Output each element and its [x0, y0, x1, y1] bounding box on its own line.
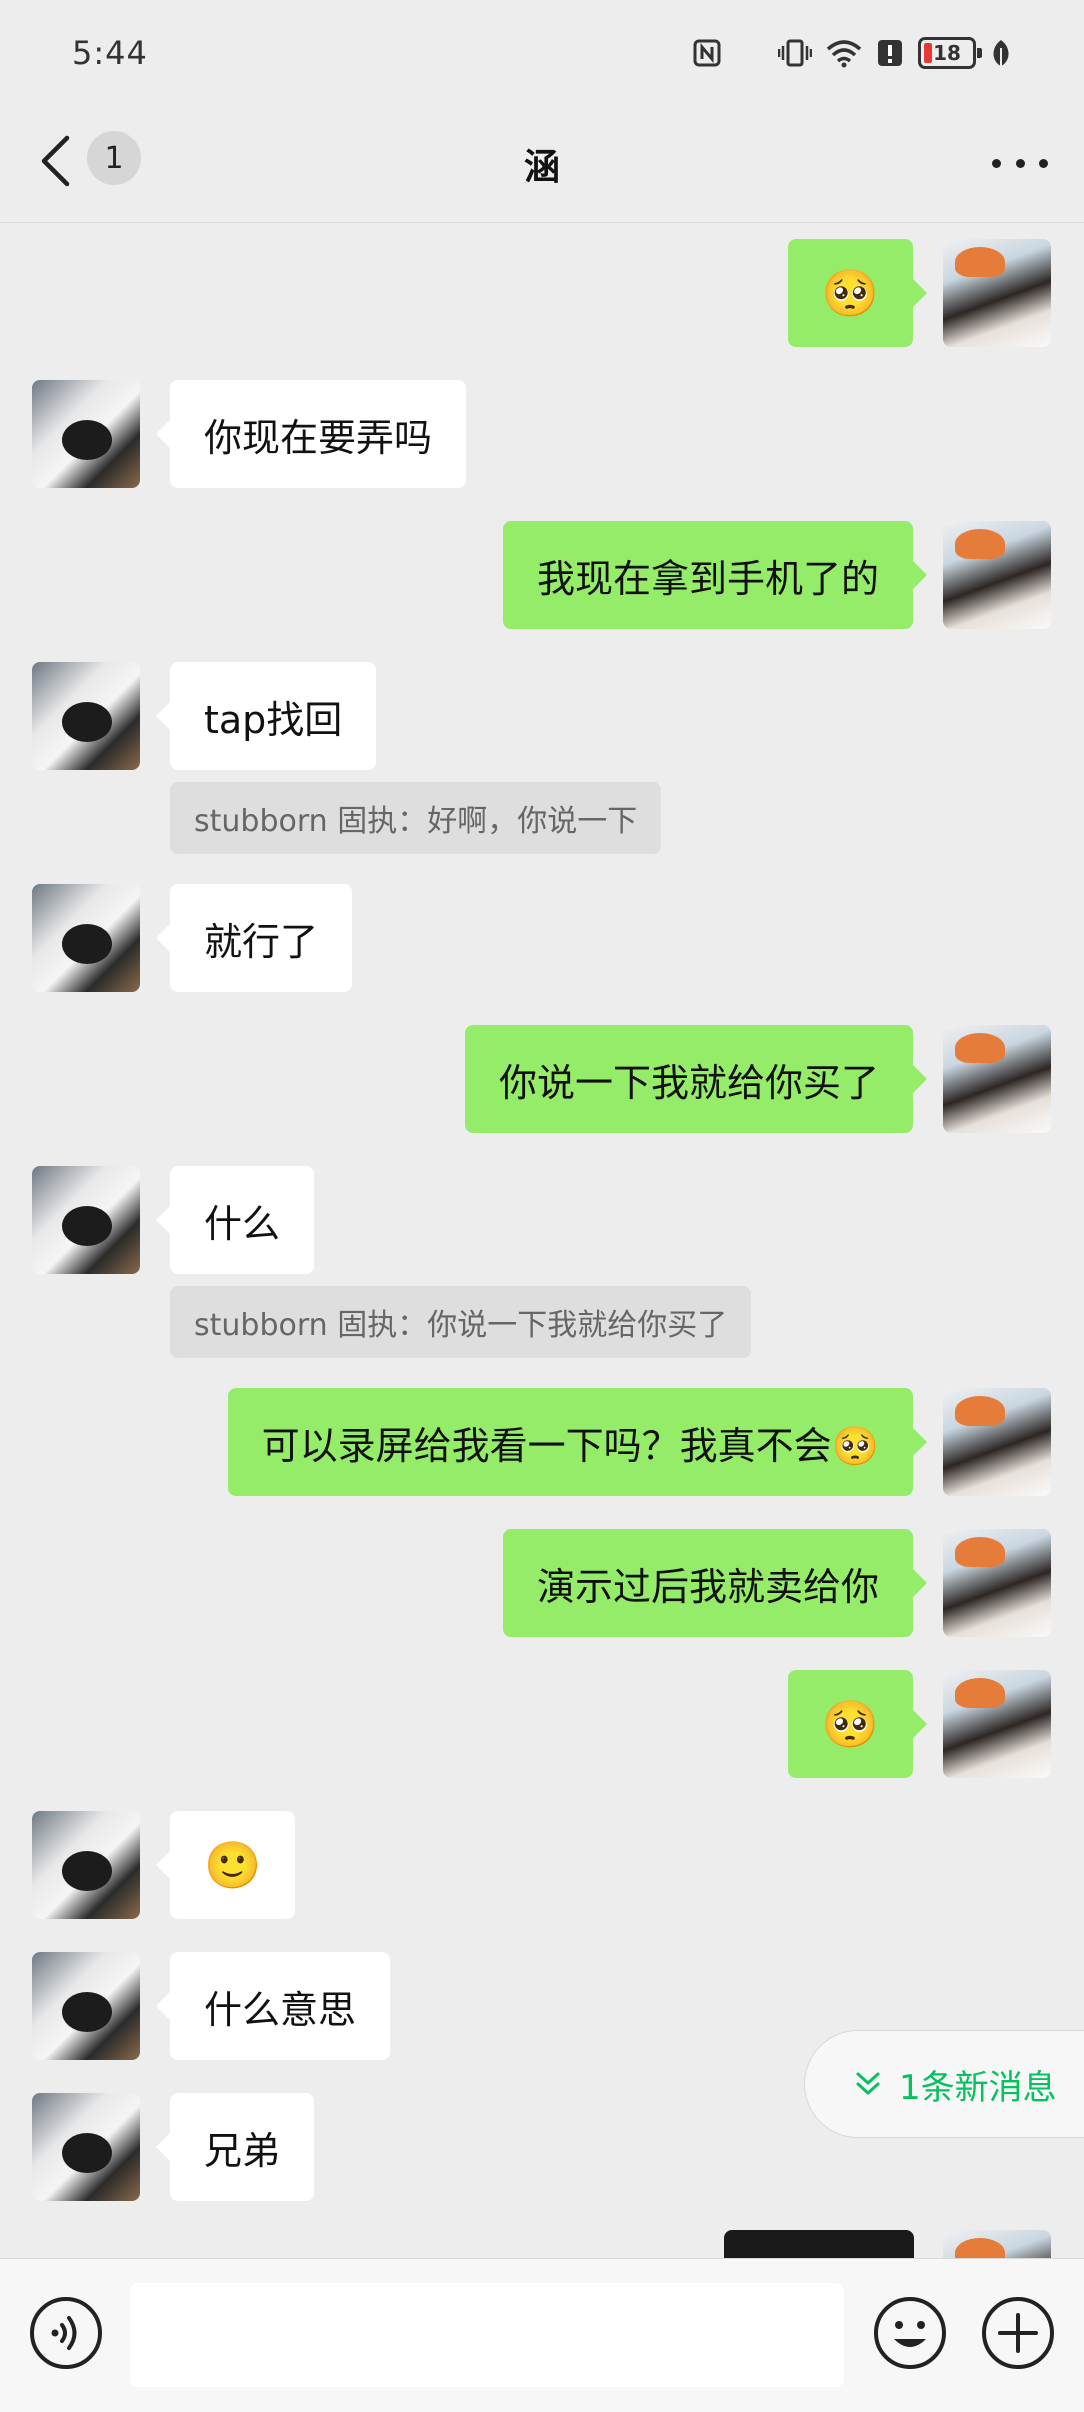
wifi-icon: [826, 39, 862, 67]
more-button[interactable]: [992, 145, 1048, 181]
message-input[interactable]: [130, 2283, 844, 2387]
my-avatar[interactable]: [943, 521, 1051, 629]
media-message-preview[interactable]: [724, 2230, 914, 2258]
double-chevron-down-icon: [856, 2072, 880, 2095]
peer-avatar[interactable]: [32, 2093, 140, 2201]
message-bubble-mine[interactable]: 你说一下我就给你买了: [464, 1025, 928, 1133]
message-bubble-mine[interactable]: 演示过后我就卖给你: [502, 1529, 928, 1637]
input-bar: [0, 2258, 1084, 2412]
message-bubble-peer[interactable]: 什么: [155, 1166, 315, 1274]
back-button[interactable]: [40, 131, 90, 191]
nfc-icon: [693, 39, 721, 66]
chat-title: 涵: [523, 146, 560, 188]
message-bubble-peer[interactable]: 什么意思: [155, 1952, 391, 2060]
peer-avatar[interactable]: [32, 1952, 140, 2060]
chat-header: 1 涵: [0, 105, 1084, 223]
message-text: 你说一下我就给你买了: [498, 1060, 879, 1105]
moon-icon: [741, 40, 756, 65]
vibrate-icon: [778, 39, 812, 66]
message-bubble-mine[interactable]: 可以录屏给我看一下吗？我真不会🥺: [227, 1388, 928, 1496]
my-avatar[interactable]: [943, 1025, 1051, 1133]
message-text: 什么: [204, 1201, 281, 1246]
quoted-reply[interactable]: stubborn 固执：好啊，你说一下: [170, 782, 662, 854]
message-text: 演示过后我就卖给你: [536, 1564, 879, 1609]
peer-avatar[interactable]: [32, 1811, 140, 1919]
message-bubble-peer[interactable]: tap找回: [155, 662, 377, 770]
my-avatar[interactable]: [943, 1388, 1051, 1496]
peer-avatar[interactable]: [32, 662, 140, 770]
my-avatar[interactable]: [943, 2230, 1051, 2258]
my-avatar[interactable]: [943, 239, 1051, 347]
new-messages-button[interactable]: 1条新消息: [804, 2030, 1084, 2138]
message-bubble-peer[interactable]: 你现在要弄吗: [155, 380, 467, 488]
battery-level: 18: [933, 40, 961, 65]
message-bubble-peer[interactable]: 🙂: [155, 1811, 296, 1919]
pleading-face-emoji: 🥺: [821, 266, 879, 320]
message-list[interactable]: 🥺 你现在要弄吗 我现在拿到手机了的 tap找回 stubborn 固执：好啊，…: [0, 224, 1084, 2258]
message-text: 我现在拿到手机了的: [536, 556, 879, 601]
message-bubble-mine[interactable]: 🥺: [787, 239, 928, 347]
status-bar: 5:44 18: [0, 0, 1084, 105]
message-text: 什么意思: [204, 1987, 357, 2032]
emoji-icon: [874, 2297, 946, 2369]
new-messages-label: 1条新消息: [899, 2067, 1057, 2108]
battery-icon: 18: [918, 36, 982, 69]
message-bubble-peer[interactable]: 就行了: [155, 884, 353, 992]
pleading-face-emoji: 🥺: [821, 1697, 879, 1751]
my-avatar[interactable]: [943, 1529, 1051, 1637]
my-avatar[interactable]: [943, 1670, 1051, 1778]
plus-icon: [982, 2297, 1054, 2369]
voice-icon: [30, 2297, 102, 2369]
message-bubble-peer[interactable]: 兄弟: [155, 2093, 315, 2201]
more-functions-button[interactable]: [980, 2295, 1056, 2371]
emoji-button[interactable]: [872, 2295, 948, 2371]
status-time: 5:44: [72, 33, 148, 72]
peer-avatar[interactable]: [32, 884, 140, 992]
message-text: 兄弟: [204, 2128, 281, 2173]
voice-button[interactable]: [28, 2295, 104, 2371]
peer-avatar[interactable]: [32, 380, 140, 488]
leaf-icon: [993, 39, 1009, 66]
message-bubble-mine[interactable]: 🥺: [787, 1670, 928, 1778]
smile-emoji: 🙂: [204, 1838, 262, 1892]
chevron-left-icon: [41, 135, 70, 187]
message-text: 你现在要弄吗: [204, 415, 433, 460]
message-text: 可以录屏给我看一下吗？我真不会🥺: [261, 1423, 879, 1468]
message-text: tap找回: [204, 697, 343, 742]
quoted-reply[interactable]: stubborn 固执：你说一下我就给你买了: [170, 1286, 752, 1358]
alert-icon: [878, 39, 902, 66]
more-dots-icon: [992, 158, 1001, 168]
peer-avatar[interactable]: [32, 1166, 140, 1274]
status-icons: 18: [692, 36, 1012, 69]
message-bubble-mine[interactable]: 我现在拿到手机了的: [502, 521, 928, 629]
message-text: 就行了: [204, 919, 319, 964]
unread-count-badge[interactable]: 1: [87, 131, 141, 185]
